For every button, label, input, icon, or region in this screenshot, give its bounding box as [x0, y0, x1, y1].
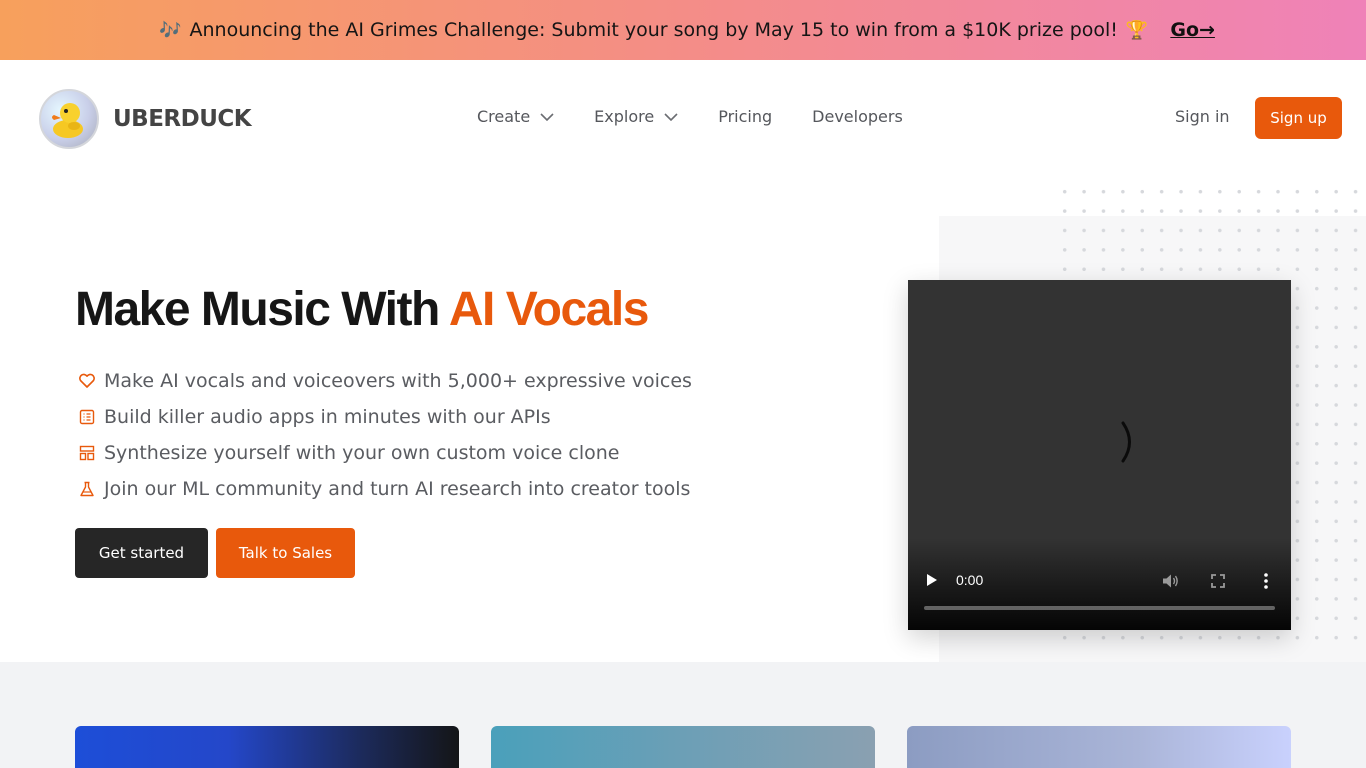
- feature-card[interactable]: [75, 726, 459, 768]
- feature-card[interactable]: [907, 726, 1291, 768]
- feature-text: Synthesize yourself with your own custom…: [104, 442, 620, 464]
- site-header: UBERDUCK Create Explore Pricing Develope…: [0, 60, 1366, 178]
- chevron-down-icon: [540, 112, 554, 121]
- more-options-icon[interactable]: [1263, 573, 1269, 589]
- sign-up-button[interactable]: Sign up: [1255, 97, 1342, 139]
- brand-name: UBERDUCK: [113, 106, 252, 132]
- nav-pricing[interactable]: Pricing: [718, 107, 772, 126]
- fullscreen-icon[interactable]: [1211, 574, 1225, 588]
- logo-link[interactable]: UBERDUCK: [39, 89, 252, 149]
- play-icon[interactable]: [926, 573, 938, 587]
- feature-text: Build killer audio apps in minutes with …: [104, 406, 551, 428]
- chevron-down-icon: [664, 112, 678, 121]
- nav-explore-label: Explore: [594, 107, 655, 126]
- headline-accent: AI Vocals: [448, 283, 650, 336]
- volume-icon[interactable]: [1162, 573, 1180, 589]
- feature-item: Join our ML community and turn AI resear…: [77, 471, 692, 507]
- feature-item: Synthesize yourself with your own custom…: [77, 435, 692, 471]
- hero-headline: Make Music With AI Vocals: [75, 282, 650, 337]
- heart-icon: [77, 371, 97, 391]
- feature-card[interactable]: [491, 726, 875, 768]
- sign-in-link[interactable]: Sign in: [1175, 107, 1230, 126]
- layout-icon: [77, 443, 97, 463]
- duck-logo-icon: [39, 89, 99, 149]
- hero-section: Make Music With AI Vocals Make AI vocals…: [0, 178, 1366, 662]
- list-icon: [77, 407, 97, 427]
- nav-create[interactable]: Create: [477, 107, 554, 126]
- video-progress-bar[interactable]: [924, 606, 1275, 610]
- talk-to-sales-button[interactable]: Talk to Sales: [216, 528, 355, 578]
- nav-explore[interactable]: Explore: [594, 107, 678, 126]
- feature-list: Make AI vocals and voiceovers with 5,000…: [77, 363, 692, 507]
- headline-main: Make Music With: [75, 283, 440, 336]
- announcement-banner: 🎶 Announcing the AI Grimes Challenge: Su…: [0, 0, 1366, 60]
- nav-create-label: Create: [477, 107, 531, 126]
- loading-spinner-icon: [1118, 420, 1138, 468]
- trophy-icon: 🏆: [1125, 19, 1149, 41]
- nav-developers[interactable]: Developers: [812, 107, 903, 126]
- feature-text: Make AI vocals and voiceovers with 5,000…: [104, 370, 692, 392]
- music-notes-icon: 🎶: [159, 19, 182, 41]
- video-player[interactable]: 0:00: [908, 280, 1291, 630]
- get-started-button[interactable]: Get started: [75, 528, 208, 578]
- feature-text: Join our ML community and turn AI resear…: [104, 478, 691, 500]
- main-nav: Create Explore Pricing Developers: [477, 107, 943, 126]
- announcement-go-link[interactable]: Go→: [1170, 19, 1215, 41]
- video-current-time: 0:00: [956, 572, 984, 588]
- feature-cards-section: [0, 662, 1366, 768]
- feature-item: Build killer audio apps in minutes with …: [77, 399, 692, 435]
- feature-item: Make AI vocals and voiceovers with 5,000…: [77, 363, 692, 399]
- announcement-text: Announcing the AI Grimes Challenge: Subm…: [189, 19, 1118, 41]
- flask-icon: [77, 479, 97, 499]
